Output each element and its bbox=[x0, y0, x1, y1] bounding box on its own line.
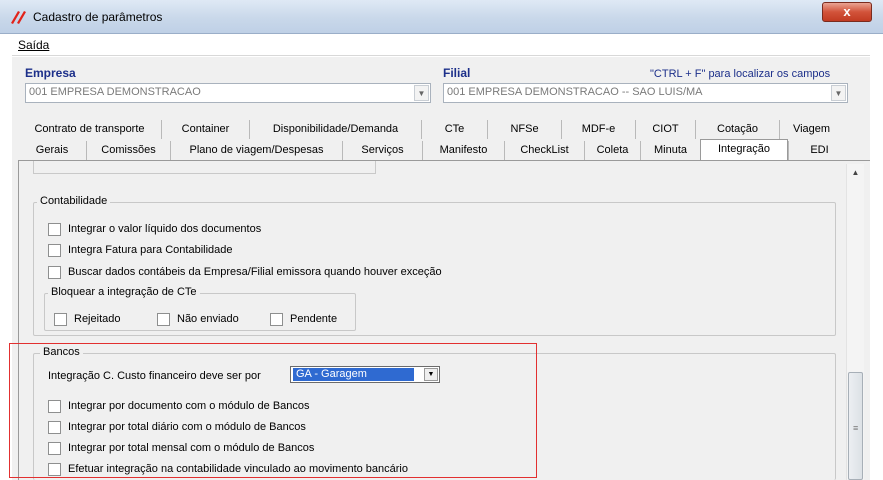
grip-icon: ≡ bbox=[853, 423, 859, 433]
tab-plano-viagem[interactable]: Plano de viagem/Despesas bbox=[170, 141, 342, 160]
highlight-box bbox=[9, 343, 537, 478]
tab-cotacao[interactable]: Cotação bbox=[695, 120, 779, 139]
cb-label: Não enviado bbox=[177, 313, 239, 325]
tab-checklist[interactable]: CheckList bbox=[504, 141, 584, 160]
scroll-thumb[interactable]: ≡ bbox=[848, 372, 863, 480]
tab-viagem[interactable]: Viagem bbox=[779, 120, 843, 139]
contabilidade-title: Contabilidade bbox=[37, 195, 111, 207]
menu-bar: Saída bbox=[12, 34, 870, 56]
menu-saida-label: Saída bbox=[18, 38, 50, 52]
cb-nao-enviado[interactable]: Não enviado bbox=[157, 312, 239, 326]
title-bar: Cadastro de parâmetros x bbox=[0, 0, 883, 34]
checkbox[interactable] bbox=[270, 312, 283, 326]
tab-row-1: Contrato de transporte Container Disponi… bbox=[18, 120, 843, 139]
empresa-combo[interactable]: 001 EMPRESA DEMONSTRACAO ▼ bbox=[25, 83, 431, 103]
cb-label: Buscar dados contábeis da Empresa/Filial… bbox=[68, 266, 442, 278]
checkbox[interactable] bbox=[48, 243, 61, 257]
tab-integracao[interactable]: Integração bbox=[700, 139, 788, 160]
window-title: Cadastro de parâmetros bbox=[33, 10, 163, 24]
tab-contrato-transporte[interactable]: Contrato de transporte bbox=[18, 120, 161, 139]
cb-rejeitado[interactable]: Rejeitado bbox=[54, 312, 120, 326]
app-logo-icon bbox=[11, 11, 26, 24]
chevron-down-icon[interactable]: ▼ bbox=[831, 85, 846, 101]
close-button[interactable]: x bbox=[822, 2, 872, 22]
cb-label: Integra Fatura para Contabilidade bbox=[68, 244, 233, 256]
empresa-value: 001 EMPRESA DEMONSTRACAO bbox=[29, 86, 201, 98]
checkbox[interactable] bbox=[157, 312, 170, 326]
cb-label: Rejeitado bbox=[74, 313, 121, 325]
tab-coleta[interactable]: Coleta bbox=[584, 141, 640, 160]
tab-cte[interactable]: CTe bbox=[421, 120, 487, 139]
tab-ciot[interactable]: CIOT bbox=[635, 120, 695, 139]
cb-integra-fatura[interactable]: Integra Fatura para Contabilidade bbox=[48, 243, 233, 257]
empresa-label: Empresa bbox=[25, 66, 76, 80]
tab-disponibilidade[interactable]: Disponibilidade/Demanda bbox=[249, 120, 421, 139]
cb-pendente[interactable]: Pendente bbox=[270, 312, 337, 326]
tab-gerais[interactable]: Gerais bbox=[18, 141, 86, 160]
filial-value: 001 EMPRESA DEMONSTRACAO -- SAO LUIS/MA bbox=[447, 86, 703, 98]
checkbox[interactable] bbox=[54, 312, 67, 326]
filial-combo[interactable]: 001 EMPRESA DEMONSTRACAO -- SAO LUIS/MA … bbox=[443, 83, 848, 103]
cb-label: Integrar o valor líquido dos documentos bbox=[68, 223, 262, 235]
tab-servicos[interactable]: Serviços bbox=[342, 141, 422, 160]
tab-minuta[interactable]: Minuta bbox=[640, 141, 700, 160]
previous-group-box bbox=[33, 161, 376, 174]
vertical-scrollbar[interactable]: ▲ ≡ bbox=[846, 164, 864, 480]
tab-row-2: Gerais Comissões Plano de viagem/Despesa… bbox=[18, 139, 850, 160]
tab-nfse[interactable]: NFSe bbox=[487, 120, 561, 139]
tab-edi[interactable]: EDI bbox=[788, 141, 850, 160]
scroll-up-icon[interactable]: ▲ bbox=[847, 168, 864, 182]
search-hint: "CTRL + F" para localizar os campos bbox=[650, 68, 831, 80]
bloquear-cte-title: Bloquear a integração de CTe bbox=[48, 286, 200, 298]
menu-saida[interactable]: Saída bbox=[18, 38, 49, 52]
cb-integrar-valor-liquido[interactable]: Integrar o valor líquido dos documentos bbox=[48, 222, 261, 236]
checkbox[interactable] bbox=[48, 222, 61, 236]
cb-label: Pendente bbox=[290, 313, 338, 325]
cb-buscar-dados-contabeis[interactable]: Buscar dados contábeis da Empresa/Filial… bbox=[48, 265, 442, 279]
tab-comissoes[interactable]: Comissões bbox=[86, 141, 170, 160]
tab-mdfe[interactable]: MDF-e bbox=[561, 120, 635, 139]
tab-manifesto[interactable]: Manifesto bbox=[422, 141, 504, 160]
tab-container[interactable]: Container bbox=[161, 120, 249, 139]
checkbox[interactable] bbox=[48, 265, 61, 279]
chevron-down-icon[interactable]: ▼ bbox=[414, 85, 429, 101]
filial-label: Filial bbox=[443, 66, 471, 80]
